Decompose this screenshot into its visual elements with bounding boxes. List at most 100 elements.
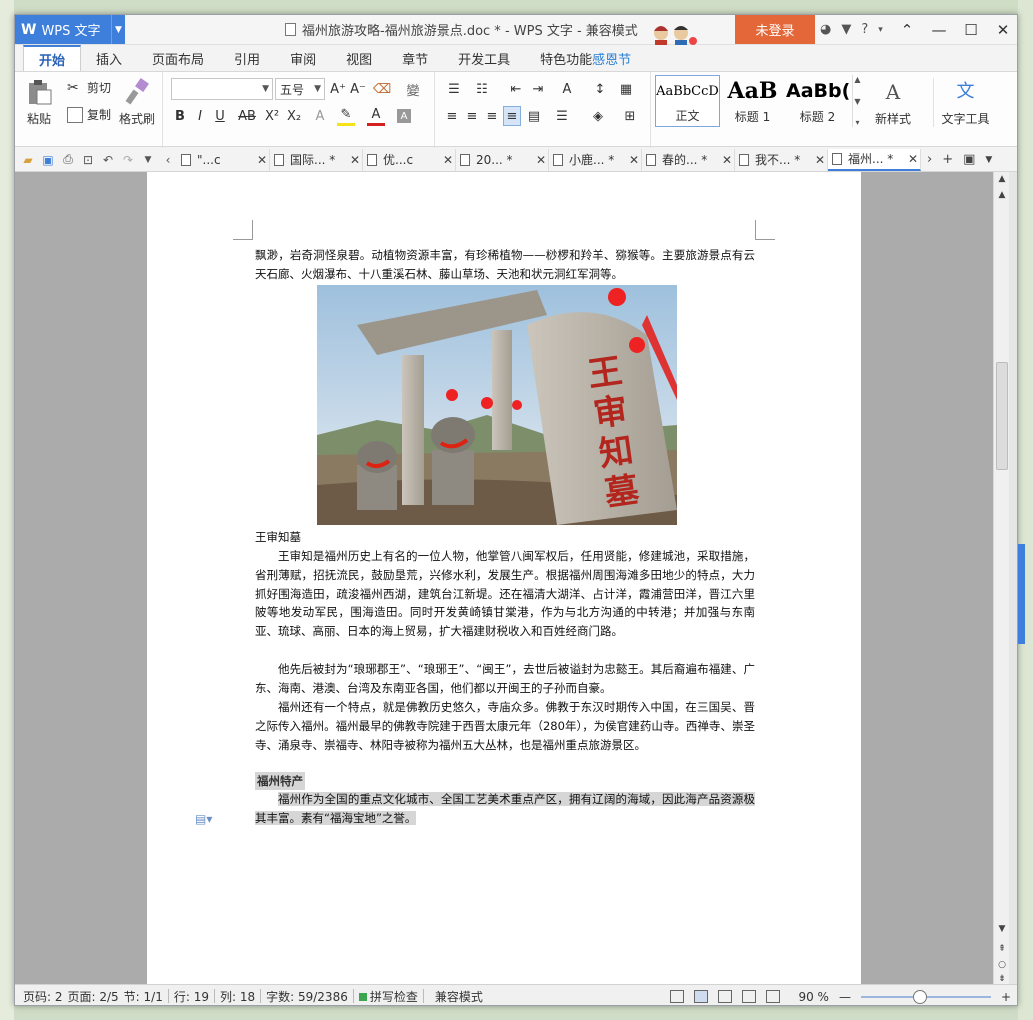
- style-normal[interactable]: AaBbCcD 正文: [655, 75, 720, 127]
- font-color-icon[interactable]: A: [367, 106, 385, 126]
- format-painter-button[interactable]: 格式刷: [119, 78, 155, 127]
- status-page-number[interactable]: 页码: 2: [23, 988, 63, 1005]
- tab-chapter[interactable]: 章节: [387, 45, 443, 71]
- status-word-count[interactable]: 字数: 59/2386: [266, 988, 348, 1005]
- subscript-button[interactable]: X₂: [285, 106, 303, 126]
- close-icon[interactable]: ✕: [627, 153, 641, 167]
- new-tab-icon[interactable]: +: [942, 152, 953, 167]
- tab-home[interactable]: 开始: [23, 45, 82, 71]
- scroll-up-icon[interactable]: ▲: [994, 190, 1010, 200]
- tab-special[interactable]: 特色功能: [525, 45, 592, 71]
- tab-view[interactable]: 视图: [331, 45, 387, 71]
- document-page[interactable]: 飘渺，岩奇洞怪泉碧。动植物资源丰富，有珍稀植物——桫椤和羚羊、猕猴等。主要旅游景…: [147, 172, 861, 984]
- line-spacing-icon[interactable]: ☰: [549, 106, 575, 126]
- tab-scroll-right-icon[interactable]: ›: [927, 152, 932, 167]
- close-icon[interactable]: ✕: [348, 153, 362, 167]
- decrease-indent-icon[interactable]: ⇤: [507, 79, 525, 99]
- collapse-ribbon-icon[interactable]: ⌃: [891, 15, 923, 44]
- tab-references[interactable]: 引用: [219, 45, 275, 71]
- tab-scroll-left-icon[interactable]: ‹: [161, 153, 175, 167]
- style-heading-2[interactable]: AaBb( 标题 2: [785, 75, 850, 127]
- sort-icon[interactable]: ↕: [591, 79, 609, 99]
- undo-icon[interactable]: ↶: [101, 153, 115, 167]
- shading-icon[interactable]: ◈: [585, 106, 611, 126]
- full-screen-icon[interactable]: [670, 990, 685, 1003]
- vertical-scrollbar[interactable]: ▲ ▲ ▼ ⇞ ○ ⇟: [993, 172, 1009, 984]
- tab-menu-icon[interactable]: ▼: [985, 155, 992, 165]
- zoom-slider[interactable]: [860, 989, 991, 1004]
- distributed-icon[interactable]: ▤: [525, 106, 543, 126]
- close-icon[interactable]: ✕: [534, 153, 548, 167]
- paragraph-mark-icon[interactable]: ▤▾: [195, 812, 212, 826]
- font-name-select[interactable]: ▼: [171, 78, 273, 100]
- help-dropdown-icon[interactable]: ▾: [878, 25, 883, 35]
- spell-check[interactable]: 拼写检查: [358, 988, 418, 1005]
- zoom-slider-knob[interactable]: [913, 989, 928, 1004]
- login-button[interactable]: 未登录: [735, 15, 815, 44]
- chevron-down-icon[interactable]: ▼: [111, 15, 125, 44]
- bullet-list-icon[interactable]: ☰: [443, 79, 465, 99]
- doc-tab[interactable]: "...c ✕: [177, 148, 270, 171]
- doc-tab[interactable]: 春的... * ✕: [642, 148, 735, 171]
- numbered-list-icon[interactable]: ☷: [471, 79, 493, 99]
- copy-button[interactable]: 复制: [67, 106, 111, 123]
- doc-tab[interactable]: 国际... * ✕: [270, 148, 363, 171]
- web-view-icon[interactable]: [742, 990, 757, 1003]
- paste-button[interactable]: 粘贴: [25, 78, 53, 127]
- read-mode-icon[interactable]: [766, 990, 781, 1003]
- minimize-button[interactable]: —: [923, 15, 955, 44]
- italic-button[interactable]: I: [191, 106, 209, 126]
- tab-list-icon[interactable]: ▣: [963, 152, 975, 167]
- text-effect-icon[interactable]: A: [311, 106, 329, 126]
- align-right-icon[interactable]: ≡: [483, 106, 501, 126]
- text-tools-button[interactable]: 文 文字工具: [933, 78, 997, 127]
- scrollbar-thumb[interactable]: [996, 362, 1008, 470]
- bold-button[interactable]: B: [171, 106, 189, 126]
- underline-button[interactable]: U: [211, 106, 229, 126]
- save-icon[interactable]: ▣: [41, 153, 55, 167]
- print-preview-icon[interactable]: ⊡: [81, 153, 95, 167]
- style-gallery-scroll[interactable]: ▲ ▼ ▾: [852, 75, 862, 127]
- close-icon[interactable]: ✕: [720, 153, 734, 167]
- font-size-select[interactable]: 五号 ▼: [275, 78, 325, 100]
- tab-thanksgiving[interactable]: 感恩节: [592, 45, 646, 71]
- align-left-icon[interactable]: ≡: [443, 106, 461, 126]
- zoom-in-icon[interactable]: +: [1001, 990, 1011, 1004]
- doc-tab[interactable]: 我不... * ✕: [735, 148, 828, 171]
- close-icon[interactable]: ✕: [906, 152, 920, 166]
- cut-button[interactable]: ✂ 剪切: [67, 79, 111, 96]
- zoom-level[interactable]: 90 %: [798, 990, 829, 1004]
- border-icon[interactable]: ⊞: [617, 106, 643, 126]
- page-view-icon[interactable]: [694, 990, 709, 1003]
- highlight-icon[interactable]: ✎: [337, 106, 355, 126]
- new-style-button[interactable]: A 新样式: [867, 78, 919, 127]
- align-center-icon[interactable]: ≡: [463, 106, 481, 126]
- justify-icon[interactable]: ≡: [503, 106, 521, 126]
- print-icon[interactable]: ⎙: [61, 152, 75, 167]
- open-folder-icon[interactable]: ▰: [21, 153, 35, 167]
- doc-tab[interactable]: 小鹿... * ✕: [549, 148, 642, 171]
- chinese-layout-icon[interactable]: A: [555, 79, 579, 99]
- scroll-down-icon[interactable]: ▼: [994, 924, 1010, 934]
- close-icon[interactable]: ✕: [255, 153, 269, 167]
- app-menu-button[interactable]: W WPS 文字 ▼: [15, 15, 125, 44]
- doc-tab[interactable]: 20... * ✕: [456, 148, 549, 171]
- clear-format-icon[interactable]: ⌫: [373, 79, 391, 99]
- strikethrough-button[interactable]: AB: [235, 106, 259, 126]
- help-icon[interactable]: ?: [861, 22, 868, 37]
- side-handle[interactable]: [1018, 544, 1025, 644]
- maximize-button[interactable]: ☐: [955, 15, 987, 44]
- grow-font-button[interactable]: A⁺: [329, 79, 347, 99]
- redo-icon[interactable]: ↷: [121, 153, 135, 167]
- skin-icon[interactable]: ◕: [820, 22, 831, 37]
- doc-tab[interactable]: 优...c ✕: [363, 148, 456, 171]
- close-icon[interactable]: ✕: [813, 153, 827, 167]
- tab-page-layout[interactable]: 页面布局: [137, 45, 219, 71]
- scroll-up-icon[interactable]: ▲: [994, 174, 1010, 184]
- doc-tab-active[interactable]: 福州... * ✕: [828, 148, 921, 171]
- shirt-icon[interactable]: ▼: [841, 22, 851, 37]
- tab-insert[interactable]: 插入: [81, 45, 137, 71]
- next-page-icon[interactable]: ⇟: [994, 974, 1010, 984]
- outline-view-icon[interactable]: [718, 990, 733, 1003]
- close-button[interactable]: ✕: [987, 15, 1017, 44]
